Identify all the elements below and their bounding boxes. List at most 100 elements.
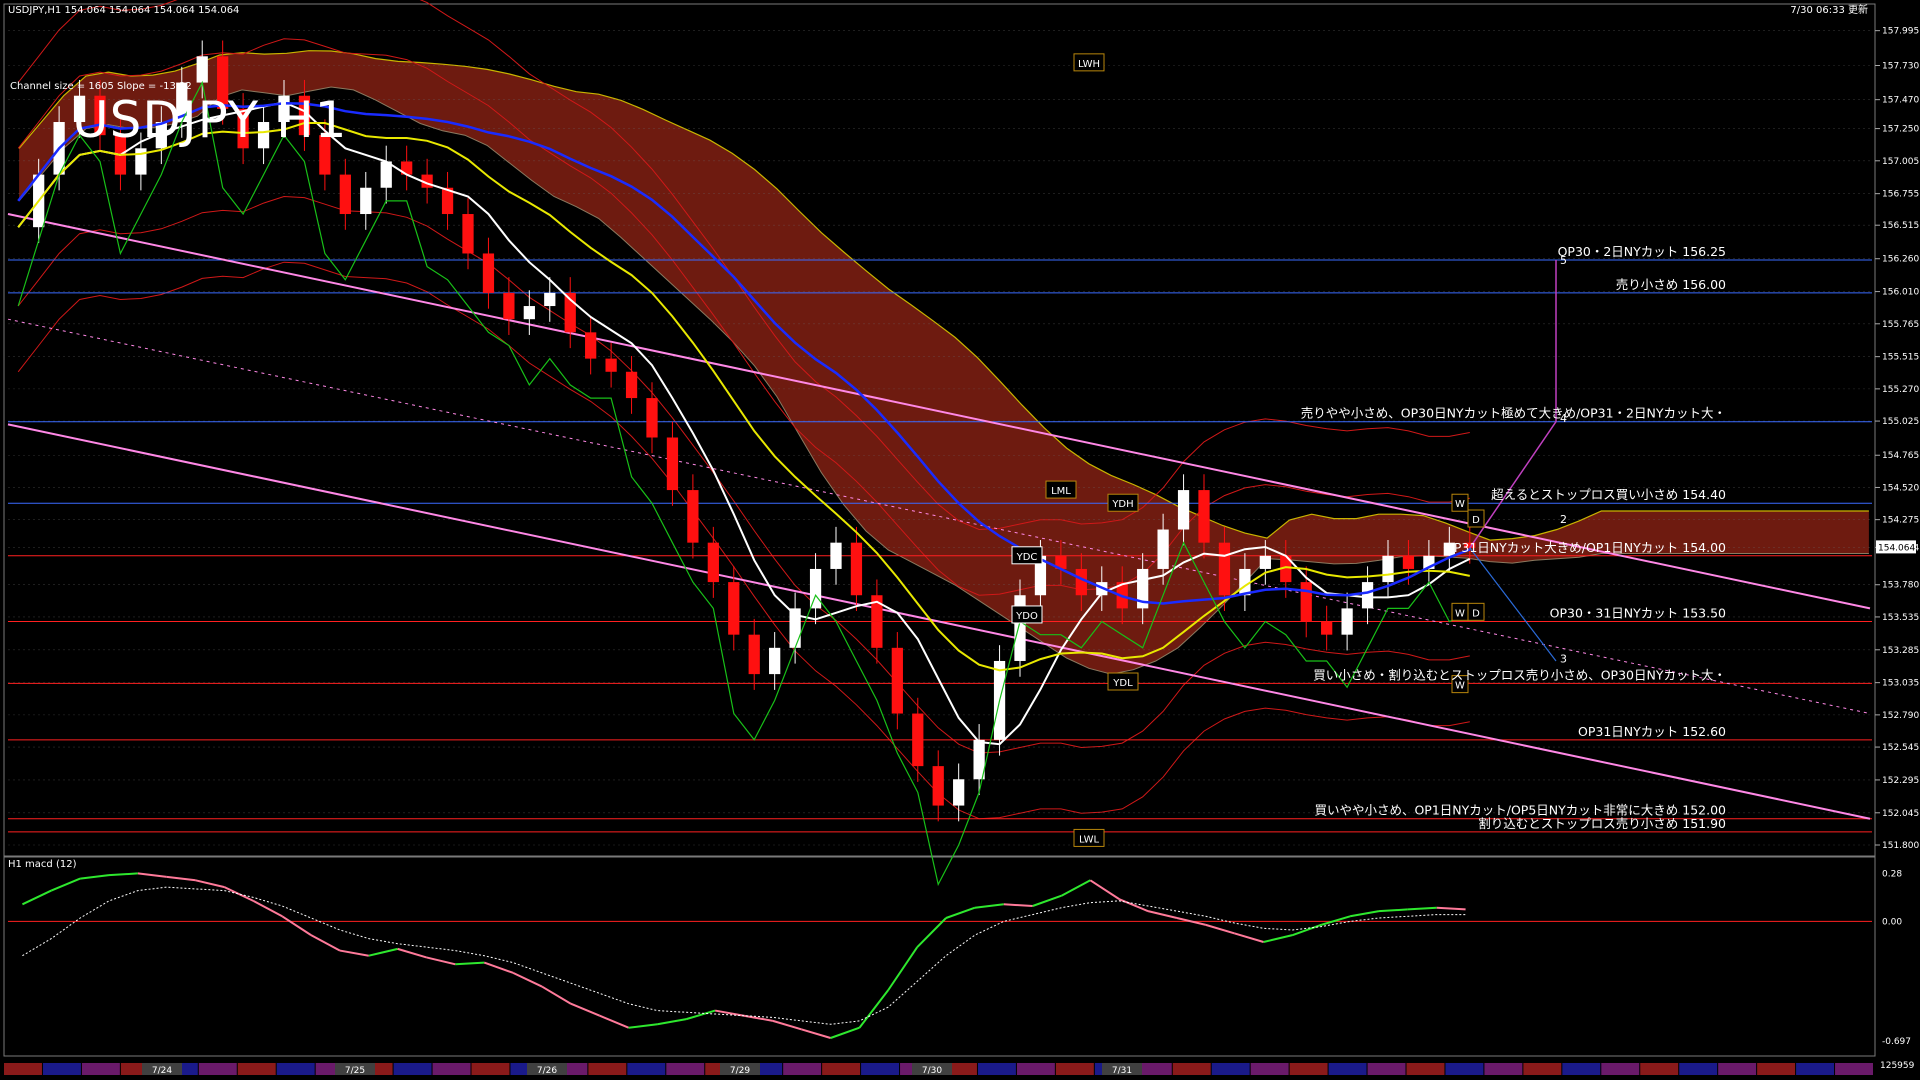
candle-body-30 <box>625 371 638 399</box>
macd-tick-label-0: 0.28 <box>1882 869 1902 879</box>
level-label-2: 売りやや小さめ、OP30日NYカット極めて大きめ/OP31・2日NYカット大・ <box>1301 406 1726 421</box>
macd-seg-28 <box>801 1028 831 1039</box>
macd-seg-16 <box>455 961 485 966</box>
candle-body-33 <box>687 490 699 543</box>
candle-body-45 <box>932 766 944 806</box>
candle-body-39 <box>809 568 822 609</box>
session-block-6 <box>237 1063 276 1075</box>
candle-body-36 <box>748 634 760 675</box>
level-box-label-9: W <box>1455 608 1465 619</box>
current-price-label: 154.064 <box>1878 543 1915 553</box>
candle-body-67 <box>1382 555 1394 583</box>
level-label-0: OP30・2日NYカット 156.25 <box>1558 244 1726 259</box>
candle-body-59 <box>1218 542 1231 596</box>
session-block-30 <box>1172 1063 1211 1075</box>
candle-body-22 <box>462 214 474 254</box>
candle-body-29 <box>605 358 617 372</box>
candle-body-52 <box>1075 568 1087 596</box>
session-block-22 <box>861 1063 900 1075</box>
macd-seg-45 <box>1292 923 1322 937</box>
date-label-1: 7/25 <box>345 1066 365 1076</box>
candle-body-28 <box>585 332 597 359</box>
session-block-10 <box>393 1063 432 1075</box>
candle-body-34 <box>707 542 719 583</box>
macd-seg-17 <box>483 961 514 974</box>
candle-body-37 <box>769 647 781 675</box>
level-box-label-2: YDH <box>1111 499 1133 510</box>
macd-seg-18 <box>512 971 543 988</box>
price-tick-label-10: 155.515 <box>1882 353 1919 363</box>
candle-body-61 <box>1259 555 1271 569</box>
price-tick-label-3: 157.250 <box>1882 125 1919 135</box>
macd-seg-46 <box>1320 915 1351 926</box>
macd-seg-20 <box>570 1002 601 1017</box>
macd-seg-3 <box>80 874 110 880</box>
price-tick-label-12: 155.025 <box>1882 417 1919 427</box>
macd-seg-22 <box>628 1023 658 1029</box>
macd-seg-29 <box>830 1026 860 1039</box>
price-tick-label-20: 153.035 <box>1882 679 1919 689</box>
candle-body-32 <box>666 437 679 491</box>
level-box-label-6: LML <box>1051 486 1071 497</box>
macd-seg-27 <box>772 1019 803 1031</box>
macd-label: H1 macd (12) <box>8 859 77 870</box>
time-axis: 7/24 7/25 7/26 7/29 7/30 7/31 <box>4 1063 1873 1076</box>
session-block-11 <box>432 1063 471 1075</box>
price-tick-label-11: 155.270 <box>1882 385 1919 395</box>
session-block-21 <box>822 1063 861 1075</box>
big-title: USDJPY H1 <box>72 91 347 149</box>
session-block-5 <box>198 1063 237 1075</box>
price-tick-label-23: 152.295 <box>1882 776 1919 786</box>
price-tick-label-13: 154.765 <box>1882 451 1919 461</box>
macd-tick-label-2: -0.697 <box>1882 1037 1911 1047</box>
macd-seg-19 <box>541 985 572 1005</box>
price-chart[interactable]: 5423 LWHLWLYDHYDLYDCYDOLMLWDW DW OP30・2日N… <box>0 0 1920 1080</box>
macd-seg-32 <box>916 917 947 948</box>
macd-seg-33 <box>945 906 976 919</box>
candle-body-65 <box>1341 608 1353 635</box>
macd-seg-9 <box>252 899 283 918</box>
price-tick-label-15: 154.275 <box>1882 516 1919 526</box>
level-label-6: 買い小さめ・割り込むとストップロス売り小さめ、OP30日NYカット大・ <box>1313 667 1726 682</box>
session-block-37 <box>1445 1063 1484 1075</box>
macd-seg-23 <box>657 1018 687 1026</box>
price-tick-label-9: 155.765 <box>1882 320 1919 330</box>
macd-seg-25 <box>714 1009 745 1017</box>
session-block-0 <box>4 1063 42 1075</box>
macd-seg-5 <box>137 872 167 878</box>
macd-seg-7 <box>195 879 225 889</box>
candle-body-46 <box>953 779 965 806</box>
candle-body-49 <box>1014 595 1026 661</box>
macd-frame <box>3 856 1876 1057</box>
candle-body-41 <box>850 542 863 596</box>
scenario-path-up <box>1469 260 1557 549</box>
session-block-38 <box>1484 1063 1523 1075</box>
session-block-12 <box>471 1063 510 1075</box>
macd-seg-37 <box>1061 879 1091 897</box>
price-tick-label-4: 157.005 <box>1882 157 1919 167</box>
macd-seg-12 <box>339 949 369 957</box>
session-block-15 <box>588 1063 627 1075</box>
datetime: 7/30 06:33 更新 <box>1790 3 1868 16</box>
date-label-2: 7/26 <box>537 1066 557 1076</box>
candle-body-63 <box>1300 582 1312 622</box>
macd-seg-15 <box>426 956 456 966</box>
macd-seg-34 <box>974 903 1004 909</box>
macd-seg-50 <box>1436 906 1466 911</box>
session-block-31 <box>1211 1063 1250 1075</box>
candle-body-9 <box>196 56 208 83</box>
candle-body-57 <box>1177 490 1190 530</box>
level-label-4: OP31日NYカット大きめ/OP1日NYカット 154.00 <box>1444 540 1726 555</box>
candle-body-56 <box>1157 529 1169 569</box>
session-block-47 <box>1835 1063 1873 1075</box>
price-tick-label-2: 157.470 <box>1882 96 1919 106</box>
candle-body-31 <box>646 398 658 438</box>
macd-seg-6 <box>166 875 196 882</box>
price-tick-label-0: 157.995 <box>1882 27 1919 37</box>
macd-seg-4 <box>108 872 138 877</box>
candle-body-26 <box>544 292 556 307</box>
level-boxes: LWHLWLYDHYDLYDCYDOLMLWDW DW <box>1011 53 1485 847</box>
price-tick-label-8: 156.010 <box>1882 288 1919 298</box>
macd-seg-24 <box>685 1009 716 1021</box>
level-box-label-10: D <box>1472 608 1480 619</box>
